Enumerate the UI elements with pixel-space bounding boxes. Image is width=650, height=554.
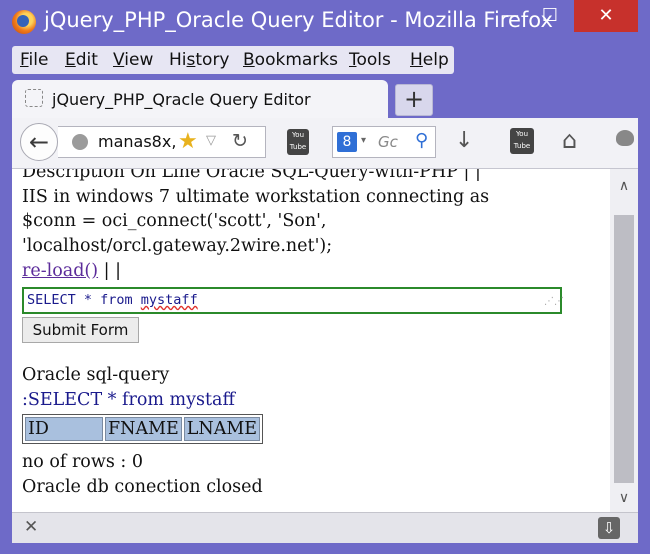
- resize-grip-icon[interactable]: ⋰⋰: [544, 297, 564, 310]
- search-engine-icon[interactable]: 8: [337, 132, 357, 152]
- header-lname: LNAME: [183, 417, 261, 441]
- result-query: :SELECT * from mystaff: [22, 390, 235, 410]
- reload-line: re-load() | |: [22, 261, 121, 281]
- connection-closed: Oracle db conection closed: [22, 477, 263, 497]
- menu-bar: File Edit View History Bookmarks Tools H…: [12, 46, 454, 74]
- scroll-up-icon[interactable]: ∧: [610, 169, 638, 203]
- bookmark-star-icon[interactable]: ★: [178, 129, 198, 154]
- navigation-toolbar: manas8x, ★ ▽ ↻ ← You Tube 8 ▾ Gc ⚲ ↓ You…: [12, 118, 638, 169]
- reload-suffix: | |: [98, 261, 121, 281]
- menu-edit-label: dit: [75, 50, 98, 70]
- menu-file[interactable]: File: [20, 50, 48, 70]
- iis-line: IIS in windows 7 ultimate workstation co…: [22, 187, 490, 207]
- url-dropdown-icon[interactable]: ▽: [206, 133, 216, 148]
- window-title: jQuery_PHP_Oracle Query Editor - Mozilla…: [44, 8, 553, 32]
- globe-icon: [72, 134, 88, 150]
- localhost-line: 'localhost/orcl.gateway.2wire.net');: [22, 236, 333, 256]
- conn-line: $conn = oci_connect('scott', 'Son',: [22, 211, 327, 231]
- menu-tools[interactable]: Tools: [349, 50, 391, 70]
- menu-file-label: ile: [28, 50, 49, 70]
- menu-bookmarks-accel: B: [243, 50, 255, 70]
- tab-label: jQuery_PHP_Qracle Query Editor: [52, 90, 311, 109]
- menu-bookmarks-label: ookmarks: [254, 50, 338, 70]
- menu-help-accel: H: [410, 50, 423, 70]
- search-engine-dropdown-icon[interactable]: ▾: [361, 135, 366, 146]
- menu-file-accel: F: [20, 50, 29, 70]
- scroll-down-icon[interactable]: ∨: [610, 484, 638, 512]
- menu-history-pre: Hi: [169, 50, 187, 70]
- search-box[interactable]: 8 ▾ Gc ⚲: [332, 126, 436, 158]
- query-text: SELECT * from mystaff: [27, 292, 198, 308]
- search-icon[interactable]: ⚲: [415, 130, 428, 151]
- scroll-thumb[interactable]: [614, 215, 634, 483]
- home-icon[interactable]: ⌂: [562, 126, 577, 154]
- menu-view-accel: V: [113, 50, 125, 70]
- browser-window: jQuery_PHP_Oracle Query Editor - Mozilla…: [0, 0, 650, 554]
- menu-help[interactable]: Help: [410, 50, 449, 70]
- page-favicon-icon: [25, 89, 43, 107]
- query-textarea[interactable]: SELECT * from mystaff ⋰⋰: [22, 287, 564, 314]
- search-placeholder: Gc: [378, 133, 398, 151]
- vertical-scrollbar[interactable]: ∧ ∨: [610, 169, 638, 512]
- new-tab-button[interactable]: +: [395, 84, 433, 116]
- tab-strip: jQuery_PHP_Qracle Query Editor +: [12, 78, 638, 118]
- firefox-logo-icon: [12, 10, 36, 34]
- back-button[interactable]: ←: [20, 123, 58, 161]
- table-header-row: ID FNAME LNAME: [25, 417, 261, 441]
- result-table: ID FNAME LNAME: [22, 414, 264, 444]
- tab-query-editor[interactable]: jQuery_PHP_Qracle Query Editor: [12, 80, 388, 118]
- menu-view[interactable]: View: [113, 50, 153, 70]
- download-icon[interactable]: ↓: [455, 128, 473, 153]
- bottom-bar: ✕ ⇩: [12, 512, 638, 543]
- youtube-icon-2[interactable]: You Tube: [510, 128, 534, 154]
- query-prefix: SELECT * from: [27, 292, 141, 308]
- menu-history[interactable]: History: [169, 50, 230, 70]
- menu-history-label: tory: [195, 50, 230, 70]
- menu-tools-label: ools: [356, 50, 391, 70]
- close-bar-icon[interactable]: ✕: [24, 517, 38, 537]
- page-content: Description On Line Oracle SQL-Query-wit…: [12, 169, 610, 512]
- menu-edit[interactable]: Edit: [65, 50, 98, 70]
- extension-icon[interactable]: [616, 130, 634, 146]
- submit-form-button[interactable]: Submit Form: [22, 317, 139, 343]
- menu-bookmarks[interactable]: Bookmarks: [243, 50, 338, 70]
- minimize-button[interactable]: —: [490, 0, 530, 32]
- youtube-icon[interactable]: You Tube: [287, 129, 309, 155]
- description-line: Description On Line Oracle SQL-Query-wit…: [22, 169, 481, 182]
- close-window-button[interactable]: ✕: [574, 0, 638, 32]
- header-id: ID: [25, 417, 103, 441]
- maximize-button[interactable]: ☐: [530, 0, 570, 32]
- header-fname: FNAME: [105, 417, 182, 441]
- menu-view-label: iew: [124, 50, 154, 70]
- result-title: Oracle sql-query: [22, 365, 170, 385]
- title-bar: jQuery_PHP_Oracle Query Editor - Mozilla…: [0, 0, 650, 44]
- menu-help-label: elp: [422, 50, 449, 70]
- download-arrow-icon[interactable]: ⇩: [598, 517, 620, 539]
- url-bar[interactable]: manas8x, ★ ▽ ↻: [58, 126, 266, 158]
- reload-icon[interactable]: ↻: [232, 130, 248, 152]
- query-table: mystaff: [140, 292, 198, 308]
- url-text: manas8x,: [98, 132, 177, 151]
- rows-count: no of rows : 0: [22, 452, 143, 472]
- menu-edit-accel: E: [65, 50, 76, 70]
- menu-tools-accel: T: [349, 50, 357, 70]
- reload-link[interactable]: re-load(): [22, 261, 98, 281]
